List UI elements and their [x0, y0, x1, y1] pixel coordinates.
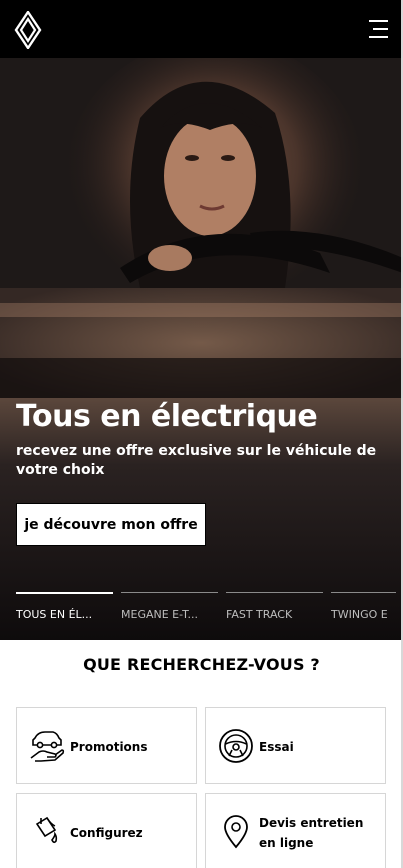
hero-title: Tous en électrique [16, 399, 318, 434]
tab-twingo-e[interactable]: TWINGO E [331, 592, 396, 640]
hero-subtitle: recevez une offre exclusive sur le véhic… [16, 443, 377, 478]
card-label: Essai [259, 739, 294, 754]
promotions-card[interactable]: Promotions [16, 707, 197, 784]
hero-image [0, 58, 403, 398]
discover-offer-button[interactable]: je découvre mon offre [16, 503, 206, 546]
card-label: Promotions [70, 739, 148, 754]
location-pin-icon [224, 815, 248, 849]
renault-logo-icon[interactable] [14, 11, 42, 49]
tab-tous-en-electrique[interactable]: TOUS EN ÉL... [16, 592, 113, 640]
hero-carousel-tabs: TOUS EN ÉL... MEGANE E-T... FAST TRACK T… [16, 592, 396, 640]
test-drive-card[interactable]: Essai [205, 707, 386, 784]
search-section-title: QUE RECHERCHEZ-VOUS ? [83, 655, 320, 674]
card-label: Devis entretien en ligne [259, 815, 364, 850]
tab-label: TOUS EN ÉL... [16, 608, 93, 621]
maintenance-quote-card[interactable]: Devis entretien en ligne [205, 793, 386, 868]
card-label: Configurez [70, 825, 143, 840]
tab-label: FAST TRACK [226, 608, 293, 621]
tab-label: MEGANE E-T... [121, 608, 198, 621]
tab-fast-track[interactable]: FAST TRACK [226, 592, 323, 640]
configure-card[interactable]: Configurez [16, 793, 197, 868]
hamburger-menu-icon[interactable] [364, 18, 388, 40]
tab-megane-e-tech[interactable]: MEGANE E-T... [121, 592, 218, 640]
car-in-hand-icon [30, 731, 65, 762]
paint-bucket-icon [35, 816, 58, 844]
tab-label: TWINGO E [331, 608, 388, 621]
steering-wheel-icon [219, 729, 253, 763]
hero-banner: Tous en électrique recevez une offre exc… [0, 58, 403, 640]
top-navigation-bar [0, 0, 403, 58]
